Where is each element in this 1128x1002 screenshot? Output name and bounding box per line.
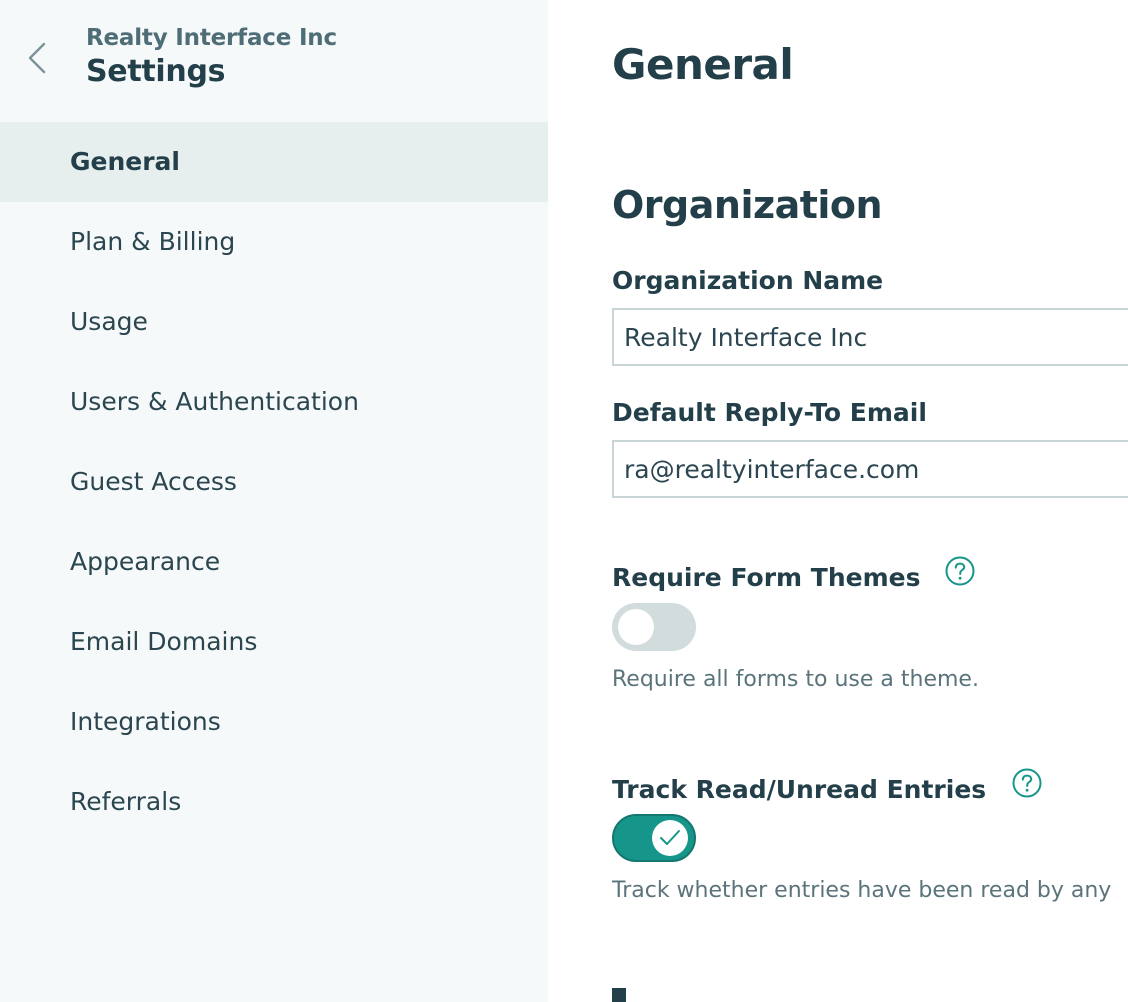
sidebar-item-usage[interactable]: Usage (0, 282, 548, 362)
settings-nav: General Plan & Billing Usage Users & Aut… (0, 122, 548, 842)
require-themes-description: Require all forms to use a theme. (612, 667, 979, 692)
main-content: General Organization Organization Name D… (548, 0, 1128, 1002)
track-entries-label: Track Read/Unread Entries (612, 775, 987, 804)
next-section-heading-peek (612, 988, 672, 1002)
reply-email-input[interactable] (612, 440, 1128, 498)
require-themes-toggle[interactable] (612, 603, 696, 651)
sidebar-item-integrations[interactable]: Integrations (0, 682, 548, 762)
section-title-organization: Organization (612, 183, 883, 227)
toggle-knob (652, 820, 688, 856)
org-name-label: Organization Name (612, 266, 884, 295)
require-themes-help-icon[interactable] (945, 556, 975, 586)
toggle-knob (618, 609, 654, 645)
sidebar: Realty Interface Inc Settings General Pl… (0, 0, 548, 1002)
chevron-left-icon (28, 42, 46, 74)
back-button[interactable] (24, 40, 50, 76)
sidebar-item-general[interactable]: General (0, 122, 548, 202)
track-entries-description: Track whether entries have been read by … (612, 878, 1112, 903)
sidebar-item-guest-access[interactable]: Guest Access (0, 442, 548, 522)
checkmark-icon (660, 830, 680, 845)
sidebar-item-appearance[interactable]: Appearance (0, 522, 548, 602)
sidebar-item-email-domains[interactable]: Email Domains (0, 602, 548, 682)
settings-title: Settings (86, 54, 226, 89)
sidebar-item-referrals[interactable]: Referrals (0, 762, 548, 842)
track-entries-toggle[interactable] (612, 814, 696, 862)
track-entries-help-icon[interactable] (1012, 768, 1042, 798)
page-title: General (612, 40, 794, 89)
sidebar-item-users-authentication[interactable]: Users & Authentication (0, 362, 548, 442)
org-name: Realty Interface Inc (86, 25, 337, 51)
org-name-input[interactable] (612, 308, 1128, 366)
reply-email-label: Default Reply-To Email (612, 398, 927, 427)
require-themes-label: Require Form Themes (612, 563, 921, 592)
sidebar-item-plan-billing[interactable]: Plan & Billing (0, 202, 548, 282)
settings-app: Realty Interface Inc Settings General Pl… (0, 0, 1128, 1002)
